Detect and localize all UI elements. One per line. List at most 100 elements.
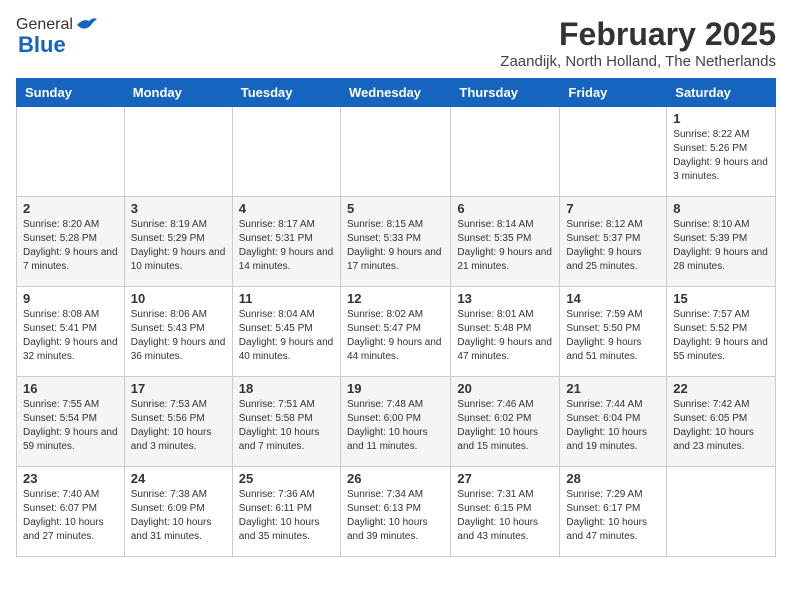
day-number: 17 — [131, 381, 226, 396]
day-info: Sunrise: 7:38 AM Sunset: 6:09 PM Dayligh… — [131, 488, 226, 544]
day-number: 18 — [239, 381, 334, 396]
calendar-day-cell: 17 Sunrise: 7:53 AM Sunset: 5:56 PM Dayli… — [124, 377, 232, 467]
day-info: Sunrise: 7:51 AM Sunset: 5:58 PM Dayligh… — [239, 398, 334, 454]
weekday-header-monday: Monday — [124, 79, 232, 107]
calendar-day-cell: 19 Sunrise: 7:48 AM Sunset: 6:00 PM Dayli… — [340, 377, 450, 467]
day-number: 9 — [23, 291, 118, 306]
day-number: 11 — [239, 291, 334, 306]
day-info: Sunrise: 8:14 AM Sunset: 5:35 PM Dayligh… — [457, 218, 553, 274]
calendar-day-cell: 1 Sunrise: 8:22 AM Sunset: 5:26 PM Daylig… — [667, 107, 776, 197]
day-info: Sunrise: 7:46 AM Sunset: 6:02 PM Dayligh… — [457, 398, 553, 454]
calendar-week-row: 1 Sunrise: 8:22 AM Sunset: 5:26 PM Daylig… — [17, 107, 776, 197]
day-info: Sunrise: 8:20 AM Sunset: 5:28 PM Dayligh… — [23, 218, 118, 274]
calendar-week-row: 9 Sunrise: 8:08 AM Sunset: 5:41 PM Daylig… — [17, 287, 776, 377]
weekday-header-tuesday: Tuesday — [232, 79, 340, 107]
calendar-day-cell: 6 Sunrise: 8:14 AM Sunset: 5:35 PM Daylig… — [451, 197, 560, 287]
page-header: General Blue February 2025 Zaandijk, Nor… — [16, 16, 776, 70]
day-info: Sunrise: 8:08 AM Sunset: 5:41 PM Dayligh… — [23, 308, 118, 364]
calendar-week-row: 16Sunrise: 7:55 AM Sunset: 5:54 PM Dayli… — [17, 377, 776, 467]
day-number: 13 — [457, 291, 553, 306]
weekday-header-sunday: Sunday — [17, 79, 125, 107]
day-info: Sunrise: 8:01 AM Sunset: 5:48 PM Dayligh… — [457, 308, 553, 364]
calendar-empty-cell — [451, 107, 560, 197]
day-info: Sunrise: 7:48 AM Sunset: 6:00 PM Dayligh… — [347, 398, 444, 454]
calendar-empty-cell — [560, 107, 667, 197]
day-number: 20 — [457, 381, 553, 396]
day-number: 3 — [131, 201, 226, 216]
calendar-day-cell: 5 Sunrise: 8:15 AM Sunset: 5:33 PM Daylig… — [340, 197, 450, 287]
day-number: 6 — [457, 201, 553, 216]
calendar-day-cell: 20 Sunrise: 7:46 AM Sunset: 6:02 PM Dayli… — [451, 377, 560, 467]
calendar-day-cell: 11 Sunrise: 8:04 AM Sunset: 5:45 PM Dayli… — [232, 287, 340, 377]
day-number: 28 — [566, 471, 660, 486]
day-info: Sunrise: 7:34 AM Sunset: 6:13 PM Dayligh… — [347, 488, 444, 544]
calendar-week-row: 2 Sunrise: 8:20 AM Sunset: 5:28 PM Daylig… — [17, 197, 776, 287]
weekday-header-thursday: Thursday — [451, 79, 560, 107]
logo-blue-text: Blue — [18, 32, 66, 58]
calendar-day-cell: 24 Sunrise: 7:38 AM Sunset: 6:09 PM Dayli… — [124, 467, 232, 557]
weekday-header-friday: Friday — [560, 79, 667, 107]
day-info: Sunrise: 7:29 AM Sunset: 6:17 PM Dayligh… — [566, 488, 660, 544]
calendar-day-cell: 2 Sunrise: 8:20 AM Sunset: 5:28 PM Daylig… — [17, 197, 125, 287]
calendar-empty-cell — [17, 107, 125, 197]
day-number: 22 — [673, 381, 769, 396]
day-info: Sunrise: 7:53 AM Sunset: 5:56 PM Dayligh… — [131, 398, 226, 454]
calendar-day-cell: 27Sunrise: 7:31 AM Sunset: 6:15 PM Dayli… — [451, 467, 560, 557]
calendar-subtitle: Zaandijk, North Holland, The Netherlands — [500, 53, 776, 70]
day-number: 14 — [566, 291, 660, 306]
day-info: Sunrise: 8:02 AM Sunset: 5:47 PM Dayligh… — [347, 308, 444, 364]
calendar-day-cell: 26 Sunrise: 7:34 AM Sunset: 6:13 PM Dayli… — [340, 467, 450, 557]
calendar-day-cell: 16Sunrise: 7:55 AM Sunset: 5:54 PM Dayli… — [17, 377, 125, 467]
day-info: Sunrise: 8:12 AM Sunset: 5:37 PM Dayligh… — [566, 218, 660, 274]
day-info: Sunrise: 8:10 AM Sunset: 5:39 PM Dayligh… — [673, 218, 769, 274]
calendar-day-cell: 12 Sunrise: 8:02 AM Sunset: 5:47 PM Dayli… — [340, 287, 450, 377]
calendar-day-cell: 4 Sunrise: 8:17 AM Sunset: 5:31 PM Daylig… — [232, 197, 340, 287]
day-info: Sunrise: 7:57 AM Sunset: 5:52 PM Dayligh… — [673, 308, 769, 364]
logo: General Blue — [16, 16, 97, 58]
calendar-day-cell: 28 Sunrise: 7:29 AM Sunset: 6:17 PM Dayli… — [560, 467, 667, 557]
day-info: Sunrise: 8:19 AM Sunset: 5:29 PM Dayligh… — [131, 218, 226, 274]
day-info: Sunrise: 7:59 AM Sunset: 5:50 PM Dayligh… — [566, 308, 660, 364]
day-info: Sunrise: 7:44 AM Sunset: 6:04 PM Dayligh… — [566, 398, 660, 454]
day-number: 5 — [347, 201, 444, 216]
day-info: Sunrise: 8:17 AM Sunset: 5:31 PM Dayligh… — [239, 218, 334, 274]
day-number: 1 — [673, 111, 769, 126]
weekday-header-row: SundayMondayTuesdayWednesdayThursdayFrid… — [17, 79, 776, 107]
calendar-day-cell: 3 Sunrise: 8:19 AM Sunset: 5:29 PM Daylig… — [124, 197, 232, 287]
day-number: 8 — [673, 201, 769, 216]
calendar-day-cell: 23Sunrise: 7:40 AM Sunset: 6:07 PM Dayli… — [17, 467, 125, 557]
calendar-day-cell: 21 Sunrise: 7:44 AM Sunset: 6:04 PM Dayli… — [560, 377, 667, 467]
logo-bird-icon — [75, 16, 97, 34]
title-section: February 2025 Zaandijk, North Holland, T… — [500, 16, 776, 70]
day-number: 7 — [566, 201, 660, 216]
weekday-header-saturday: Saturday — [667, 79, 776, 107]
calendar-table: SundayMondayTuesdayWednesdayThursdayFrid… — [16, 78, 776, 557]
calendar-day-cell: 18 Sunrise: 7:51 AM Sunset: 5:58 PM Dayli… — [232, 377, 340, 467]
day-number: 21 — [566, 381, 660, 396]
day-number: 2 — [23, 201, 118, 216]
calendar-day-cell: 7 Sunrise: 8:12 AM Sunset: 5:37 PM Daylig… — [560, 197, 667, 287]
day-info: Sunrise: 8:04 AM Sunset: 5:45 PM Dayligh… — [239, 308, 334, 364]
calendar-empty-cell — [667, 467, 776, 557]
day-info: Sunrise: 8:15 AM Sunset: 5:33 PM Dayligh… — [347, 218, 444, 274]
calendar-day-cell: 8 Sunrise: 8:10 AM Sunset: 5:39 PM Daylig… — [667, 197, 776, 287]
day-info: Sunrise: 8:06 AM Sunset: 5:43 PM Dayligh… — [131, 308, 226, 364]
weekday-header-wednesday: Wednesday — [340, 79, 450, 107]
day-number: 15 — [673, 291, 769, 306]
day-number: 24 — [131, 471, 226, 486]
calendar-empty-cell — [124, 107, 232, 197]
calendar-day-cell: 13 Sunrise: 8:01 AM Sunset: 5:48 PM Dayli… — [451, 287, 560, 377]
day-info: Sunrise: 8:22 AM Sunset: 5:26 PM Dayligh… — [673, 128, 769, 184]
day-number: 25 — [239, 471, 334, 486]
day-info: Sunrise: 7:55 AM Sunset: 5:54 PM Dayligh… — [23, 398, 118, 454]
day-number: 23 — [23, 471, 118, 486]
calendar-week-row: 23Sunrise: 7:40 AM Sunset: 6:07 PM Dayli… — [17, 467, 776, 557]
day-info: Sunrise: 7:36 AM Sunset: 6:11 PM Dayligh… — [239, 488, 334, 544]
day-number: 26 — [347, 471, 444, 486]
day-number: 12 — [347, 291, 444, 306]
calendar-day-cell: 9 Sunrise: 8:08 AM Sunset: 5:41 PM Daylig… — [17, 287, 125, 377]
day-info: Sunrise: 7:31 AM Sunset: 6:15 PM Dayligh… — [457, 488, 553, 544]
day-number: 10 — [131, 291, 226, 306]
day-number: 4 — [239, 201, 334, 216]
day-number: 19 — [347, 381, 444, 396]
